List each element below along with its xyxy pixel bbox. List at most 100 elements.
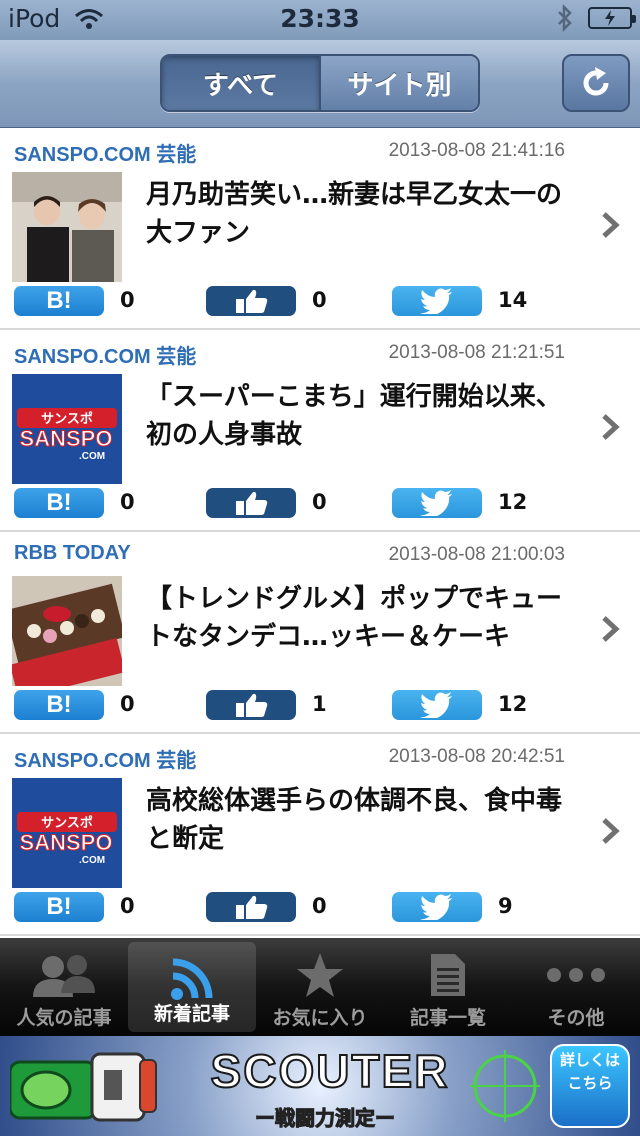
document-icon [429,950,467,1000]
star-icon [295,950,345,1000]
article-date: 2013-08-08 21:00:03 [388,544,565,565]
refresh-icon [583,67,609,96]
like-count: 0 [312,894,327,918]
twitter-button[interactable] [392,892,482,922]
article-title: 月乃助苦笑い…新妻は早乙女太一の大ファン [146,180,563,248]
status-bar: iPod 23:33 [0,0,640,40]
thumbs-up-icon [236,289,268,313]
segment-by-site[interactable]: サイト別 [319,56,478,110]
share-counts: B! 0 0 12 [14,488,614,520]
scouter-device-image [10,1052,157,1122]
svg-text:SANSPO: SANSPO [20,830,113,855]
segmented-control: すべて サイト別 [160,54,480,112]
thumbs-up-icon [236,491,268,515]
svg-text:SANSPO: SANSPO [20,426,113,451]
tab-more[interactable]: その他 [512,938,640,1036]
hatena-bookmark-button[interactable]: B! [14,286,104,316]
article-date: 2013-08-08 20:42:51 [388,746,565,767]
article-title: 高校総体選手らの体調不良、食中毒と断定 [146,786,563,854]
twitter-button[interactable] [392,488,482,518]
twitter-button[interactable] [392,690,482,720]
chevron-right-icon [602,616,620,642]
article-thumbnail [12,576,122,686]
twitter-button[interactable] [392,286,482,316]
more-icon [546,950,606,1000]
thumbs-up-icon [236,693,268,717]
tab-article-list[interactable]: 記事一覧 [384,938,512,1036]
share-counts: B! 0 1 12 [14,690,614,722]
hatena-count: 0 [120,490,135,514]
article-row[interactable]: SANSPO.COM 芸能 2013-08-08 20:42:51 サンスポ S… [0,734,640,936]
bluetooth-icon [558,4,572,32]
like-count: 0 [312,288,327,312]
share-counts: B! 0 0 9 [14,892,614,924]
sanspo-logo-thumbnail: サンスポ SANSPO .COM [12,778,122,888]
hatena-bookmark-button[interactable]: B! [14,690,104,720]
refresh-button[interactable] [562,54,630,112]
share-counts: B! 0 0 14 [14,286,614,318]
like-button[interactable] [206,286,296,316]
hatena-count: 0 [120,692,135,716]
ad-banner[interactable]: SCOUTER ー戦闘力測定ー 詳しくは こちら [0,1036,640,1136]
article-date: 2013-08-08 21:41:16 [388,140,565,161]
article-thumbnail [12,172,122,282]
chevron-right-icon [602,818,620,844]
svg-text:サンスポ: サンスポ [41,815,93,831]
ad-detail-button[interactable]: 詳しくは こちら [550,1044,630,1128]
article-source: SANSPO.COM 芸能 [14,346,197,368]
tweet-count: 14 [498,288,528,312]
tab-new-articles[interactable]: 新着記事 [128,942,256,1032]
article-date: 2013-08-08 21:21:51 [388,342,565,363]
article-row[interactable]: RBB TODAY 2013-08-08 21:00:03 【トレンドグルメ】ポ… [0,532,640,734]
tweet-count: 12 [498,692,528,716]
svg-text:サンスポ: サンスポ [41,411,93,427]
like-button[interactable] [206,488,296,518]
article-source: RBB TODAY [14,542,131,564]
like-count: 1 [312,692,327,716]
article-source: SANSPO.COM 芸能 [14,144,197,166]
twitter-bird-icon [420,288,452,314]
thumbs-up-icon [236,895,268,919]
tab-label: 記事一覧 [409,1007,486,1029]
svg-text:.COM: .COM [79,451,105,462]
status-time: 23:33 [280,4,360,33]
ad-subtitle: ー戦闘力測定ー [255,1106,396,1131]
tab-label: お気に入り [272,1007,368,1029]
nav-bar: すべて サイト別 [0,40,640,128]
article-list: SANSPO.COM 芸能 2013-08-08 21:41:16 月乃助苦笑い… [0,128,640,938]
status-right [556,4,636,32]
like-button[interactable] [206,690,296,720]
rss-icon [169,954,215,1004]
ad-title: SCOUTER [210,1044,450,1098]
tweet-count: 12 [498,490,528,514]
tab-popular[interactable]: 人気の記事 [0,938,128,1036]
like-button[interactable] [206,892,296,922]
tab-label: その他 [547,1007,605,1029]
target-reticle-image [470,1050,540,1122]
hatena-count: 0 [120,894,135,918]
twitter-bird-icon [420,894,452,920]
article-row[interactable]: SANSPO.COM 芸能 2013-08-08 21:41:16 月乃助苦笑い… [0,128,640,330]
article-row[interactable]: SANSPO.COM 芸能 2013-08-08 21:21:51 サンスポ S… [0,330,640,532]
svg-text:.COM: .COM [79,855,105,866]
twitter-bird-icon [420,692,452,718]
segment-all[interactable]: すべて [162,56,319,110]
people-icon [29,950,99,1000]
chevron-right-icon [602,414,620,440]
tab-favorites[interactable]: お気に入り [256,938,384,1036]
article-source: SANSPO.COM 芸能 [14,750,197,772]
article-title: 「スーパーこまち」運行開始以来、初の人身事故 [146,382,562,450]
twitter-bird-icon [420,490,452,516]
article-title: 【トレンドグルメ】ポップでキュートなタンデコ…ッキー＆ケーキ [146,584,563,652]
hatena-count: 0 [120,288,135,312]
tab-label: 新着記事 [153,1003,230,1025]
hatena-bookmark-button[interactable]: B! [14,488,104,518]
hatena-bookmark-button[interactable]: B! [14,892,104,922]
like-count: 0 [312,490,327,514]
ad-detail-line2: こちら [567,1074,613,1092]
sanspo-logo-thumbnail: サンスポ SANSPO .COM [12,374,122,484]
tweet-count: 9 [498,894,513,918]
tab-label: 人気の記事 [16,1007,112,1029]
ad-detail-line1: 詳しくは [559,1051,620,1069]
tab-bar: 人気の記事 新着記事 お気に入り 記事一覧 その他 [0,938,640,1036]
